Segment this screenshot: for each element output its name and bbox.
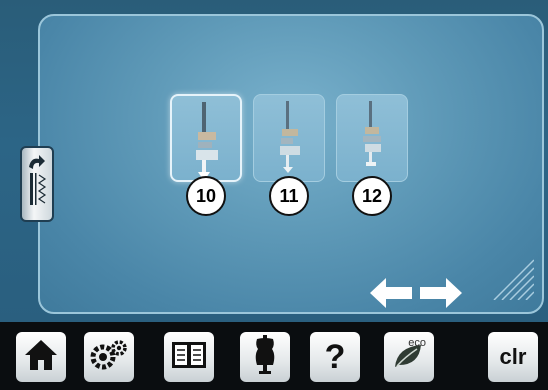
- foot-number-11: 11: [269, 176, 309, 216]
- foot-tile-11[interactable]: [253, 94, 325, 182]
- presser-foot-panel: 10 11 12: [20, 14, 544, 314]
- settings-button[interactable]: [84, 332, 134, 382]
- arrow-right-icon: [418, 278, 464, 316]
- home-button[interactable]: [16, 332, 66, 382]
- clear-label: clr: [499, 344, 527, 369]
- eco-button[interactable]: eco: [384, 332, 434, 382]
- previous-arrow-button[interactable]: [368, 274, 414, 312]
- gears-icon: [89, 337, 129, 377]
- presser-foot-10-icon: [192, 102, 224, 182]
- presser-foot-12-icon: [357, 101, 389, 181]
- arrow-left-icon: [368, 278, 414, 316]
- tutorial-button[interactable]: [164, 332, 214, 382]
- next-arrow-button[interactable]: [418, 274, 464, 312]
- stitch-back-icon: [25, 151, 49, 217]
- creative-consultant-button[interactable]: [240, 332, 290, 382]
- foot-number-10: 10: [186, 176, 226, 216]
- back-button[interactable]: [20, 146, 54, 222]
- dress-form-icon: [251, 335, 279, 379]
- question-mark-icon: ?: [324, 338, 346, 376]
- foot-tile-10[interactable]: [170, 94, 242, 182]
- help-button[interactable]: ?: [310, 332, 360, 382]
- foot-number-12: 12: [352, 176, 392, 216]
- eco-label: eco: [408, 337, 426, 349]
- presser-foot-11-icon: [274, 101, 306, 181]
- foot-tile-12[interactable]: [336, 94, 408, 182]
- home-icon: [23, 338, 59, 376]
- clear-button[interactable]: clr: [488, 332, 538, 382]
- screen-area: 10 11 12: [0, 0, 548, 322]
- resize-grip-icon: [490, 256, 535, 304]
- book-icon: [170, 340, 208, 374]
- taskbar: ? eco clr: [0, 322, 548, 390]
